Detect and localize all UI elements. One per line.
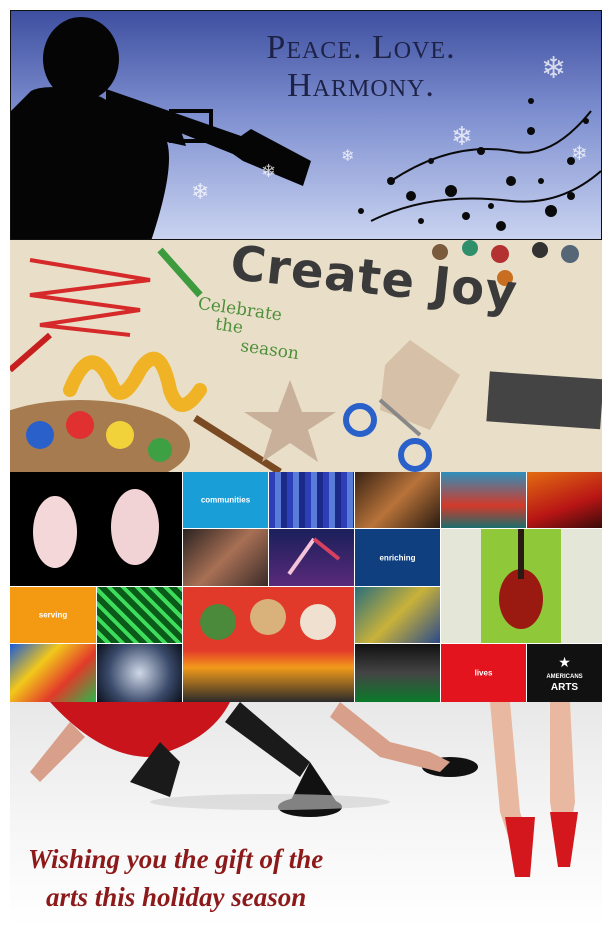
ballet-photo bbox=[269, 529, 354, 586]
arts-collage-grid: communities enriching serving lives ★ AM… bbox=[10, 472, 602, 702]
message-line-1: Wishing you the gift of the bbox=[28, 844, 324, 874]
blue-mosaic-photo bbox=[269, 472, 354, 528]
glass-dome-photo bbox=[97, 644, 182, 702]
americans-for-the-arts-logo: ★ AMERICANS ARTS bbox=[527, 644, 602, 702]
tile-label: communities bbox=[200, 495, 251, 505]
holiday-message: Wishing you the gift of the arts this ho… bbox=[28, 840, 488, 916]
snowflake-icon: ❄ bbox=[341, 148, 355, 165]
message-line-2: arts this holiday season bbox=[46, 882, 307, 912]
title-line-1: Peace. Love. bbox=[266, 29, 456, 66]
masked-women-photo bbox=[183, 587, 354, 702]
tile-label: lives bbox=[474, 668, 493, 678]
holiday-greeting-banner: Wishing you the gift of the arts this ho… bbox=[10, 702, 602, 926]
tile-label: serving bbox=[38, 610, 68, 620]
green-glass-photo bbox=[97, 587, 182, 643]
create-joy-banner: Create Joy Celebrate the season bbox=[10, 240, 602, 472]
violin-photo bbox=[441, 529, 602, 643]
title-line-2: Harmony. bbox=[287, 67, 435, 104]
logo-line-1: AMERICANS bbox=[546, 674, 583, 680]
orange-lights-photo bbox=[355, 472, 440, 528]
star-icon: ★ bbox=[558, 654, 571, 670]
snowflake-icon: ❄ bbox=[541, 52, 567, 85]
hands-photo bbox=[355, 644, 440, 702]
serving-tile: serving bbox=[10, 587, 96, 643]
colorful-objects-photo bbox=[355, 587, 440, 643]
dancers-photo bbox=[10, 472, 182, 586]
snowflake-icon: ❄ bbox=[191, 179, 210, 204]
snowflake-icon: ❄ bbox=[571, 143, 588, 165]
peace-love-harmony-banner: ❄ ❄ ❄ ❄ ❄ ❄ Peace. Love. Harmony. bbox=[10, 10, 602, 240]
enriching-tile: enriching bbox=[355, 529, 440, 586]
architecture-photo bbox=[183, 529, 268, 586]
banner-title: Peace. Love. Harmony. bbox=[211, 29, 511, 105]
snowflake-icon: ❄ bbox=[451, 121, 473, 151]
snowflake-icon: ❄ bbox=[261, 161, 277, 181]
tile-label: enriching bbox=[379, 553, 416, 562]
lives-tile: lives bbox=[441, 644, 526, 702]
folk-dancers-photo bbox=[10, 644, 96, 702]
communities-tile: communities bbox=[183, 472, 268, 528]
colorful-figure-photo bbox=[441, 472, 526, 528]
red-dancers-photo bbox=[527, 472, 602, 528]
logo-line-2: ARTS bbox=[550, 682, 579, 693]
